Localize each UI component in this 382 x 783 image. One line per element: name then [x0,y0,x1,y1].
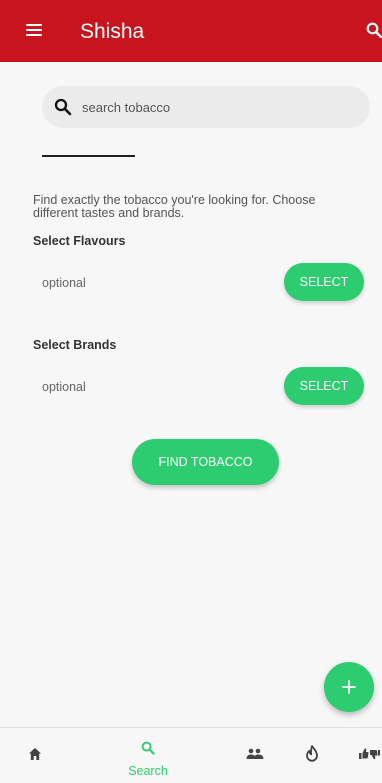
nav-item-ratings[interactable] [352,728,382,783]
brands-label: Select Brands [33,338,117,352]
app-bar: Shisha [0,0,382,62]
app-title: Shisha [80,20,145,43]
thumbs-icon [359,748,380,760]
search-description: Find exactly the tobacco you're looking … [33,193,316,220]
brands-value: optional [42,380,86,394]
select-flavours-button[interactable]: SELECT [284,263,364,301]
tab-indicator [42,155,135,157]
nav-label-search: Search [128,764,168,778]
plus-icon [342,680,356,694]
bottom-navigation: Search [0,727,382,783]
flavours-value: optional [42,276,86,290]
search-icon [54,98,72,116]
search-bar[interactable] [42,86,370,128]
find-tobacco-button[interactable]: FIND TOBACCO [132,439,279,485]
search-icon [141,741,155,755]
hamburger-menu-icon[interactable] [26,24,42,36]
home-icon [29,748,41,760]
nav-item-home[interactable] [20,728,50,783]
nav-item-people[interactable] [240,728,270,783]
search-icon[interactable] [366,22,382,38]
select-brands-button[interactable]: SELECT [284,367,364,405]
flavours-label: Select Flavours [33,234,126,248]
nav-item-hot[interactable] [298,728,328,783]
people-icon [246,748,264,759]
flame-icon [306,745,318,762]
add-fab-button[interactable] [324,662,374,712]
search-input[interactable] [82,86,352,128]
nav-item-search[interactable]: Search [126,728,170,783]
